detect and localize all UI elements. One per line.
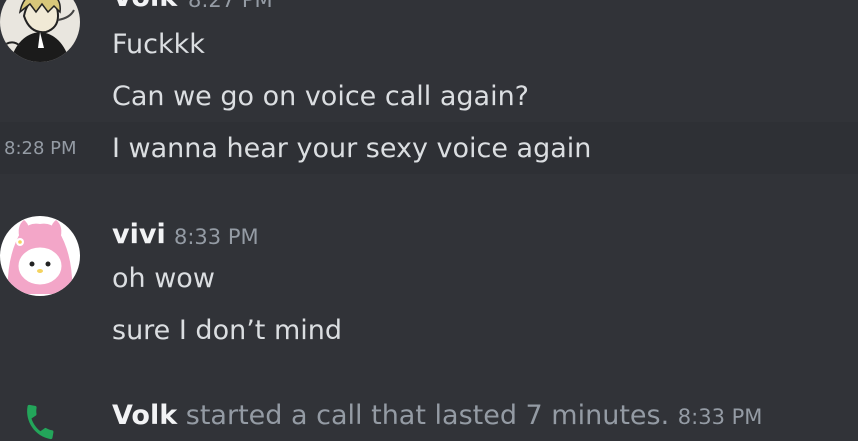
- username-volk[interactable]: Volk: [112, 0, 177, 13]
- call-event-row: Volk started a call that lasted 7 minute…: [0, 396, 858, 441]
- avatar-image-vivi: [0, 216, 80, 296]
- call-timestamp: 8:33 PM: [677, 405, 763, 429]
- user-avatar-volk[interactable]: [0, 0, 80, 62]
- message-text: I wanna hear your sexy voice again: [112, 133, 592, 164]
- phone-icon: [27, 404, 54, 440]
- message-timestamp: 8:33 PM: [174, 225, 259, 249]
- message-text: Fuckkk: [112, 29, 205, 60]
- hover-timestamp: 8:28 PM: [4, 138, 77, 159]
- message-text: oh wow: [112, 263, 215, 294]
- message-text: Can we go on voice call again?: [112, 81, 530, 112]
- chat-message-list: Volk 8:27 PM Fuckkk Can we go on voice c…: [0, 0, 858, 441]
- username-vivi[interactable]: vivi: [112, 219, 166, 250]
- user-avatar-vivi[interactable]: [0, 216, 80, 296]
- call-username[interactable]: Volk: [112, 400, 177, 431]
- message-timestamp: 8:27 PM: [188, 0, 273, 12]
- call-event-text: Volk started a call that lasted 7 minute…: [112, 402, 762, 429]
- message-text: sure I don’t mind: [112, 315, 343, 346]
- avatar-image-volk: [0, 0, 80, 62]
- call-description: started a call that lasted 7 minutes.: [185, 400, 670, 431]
